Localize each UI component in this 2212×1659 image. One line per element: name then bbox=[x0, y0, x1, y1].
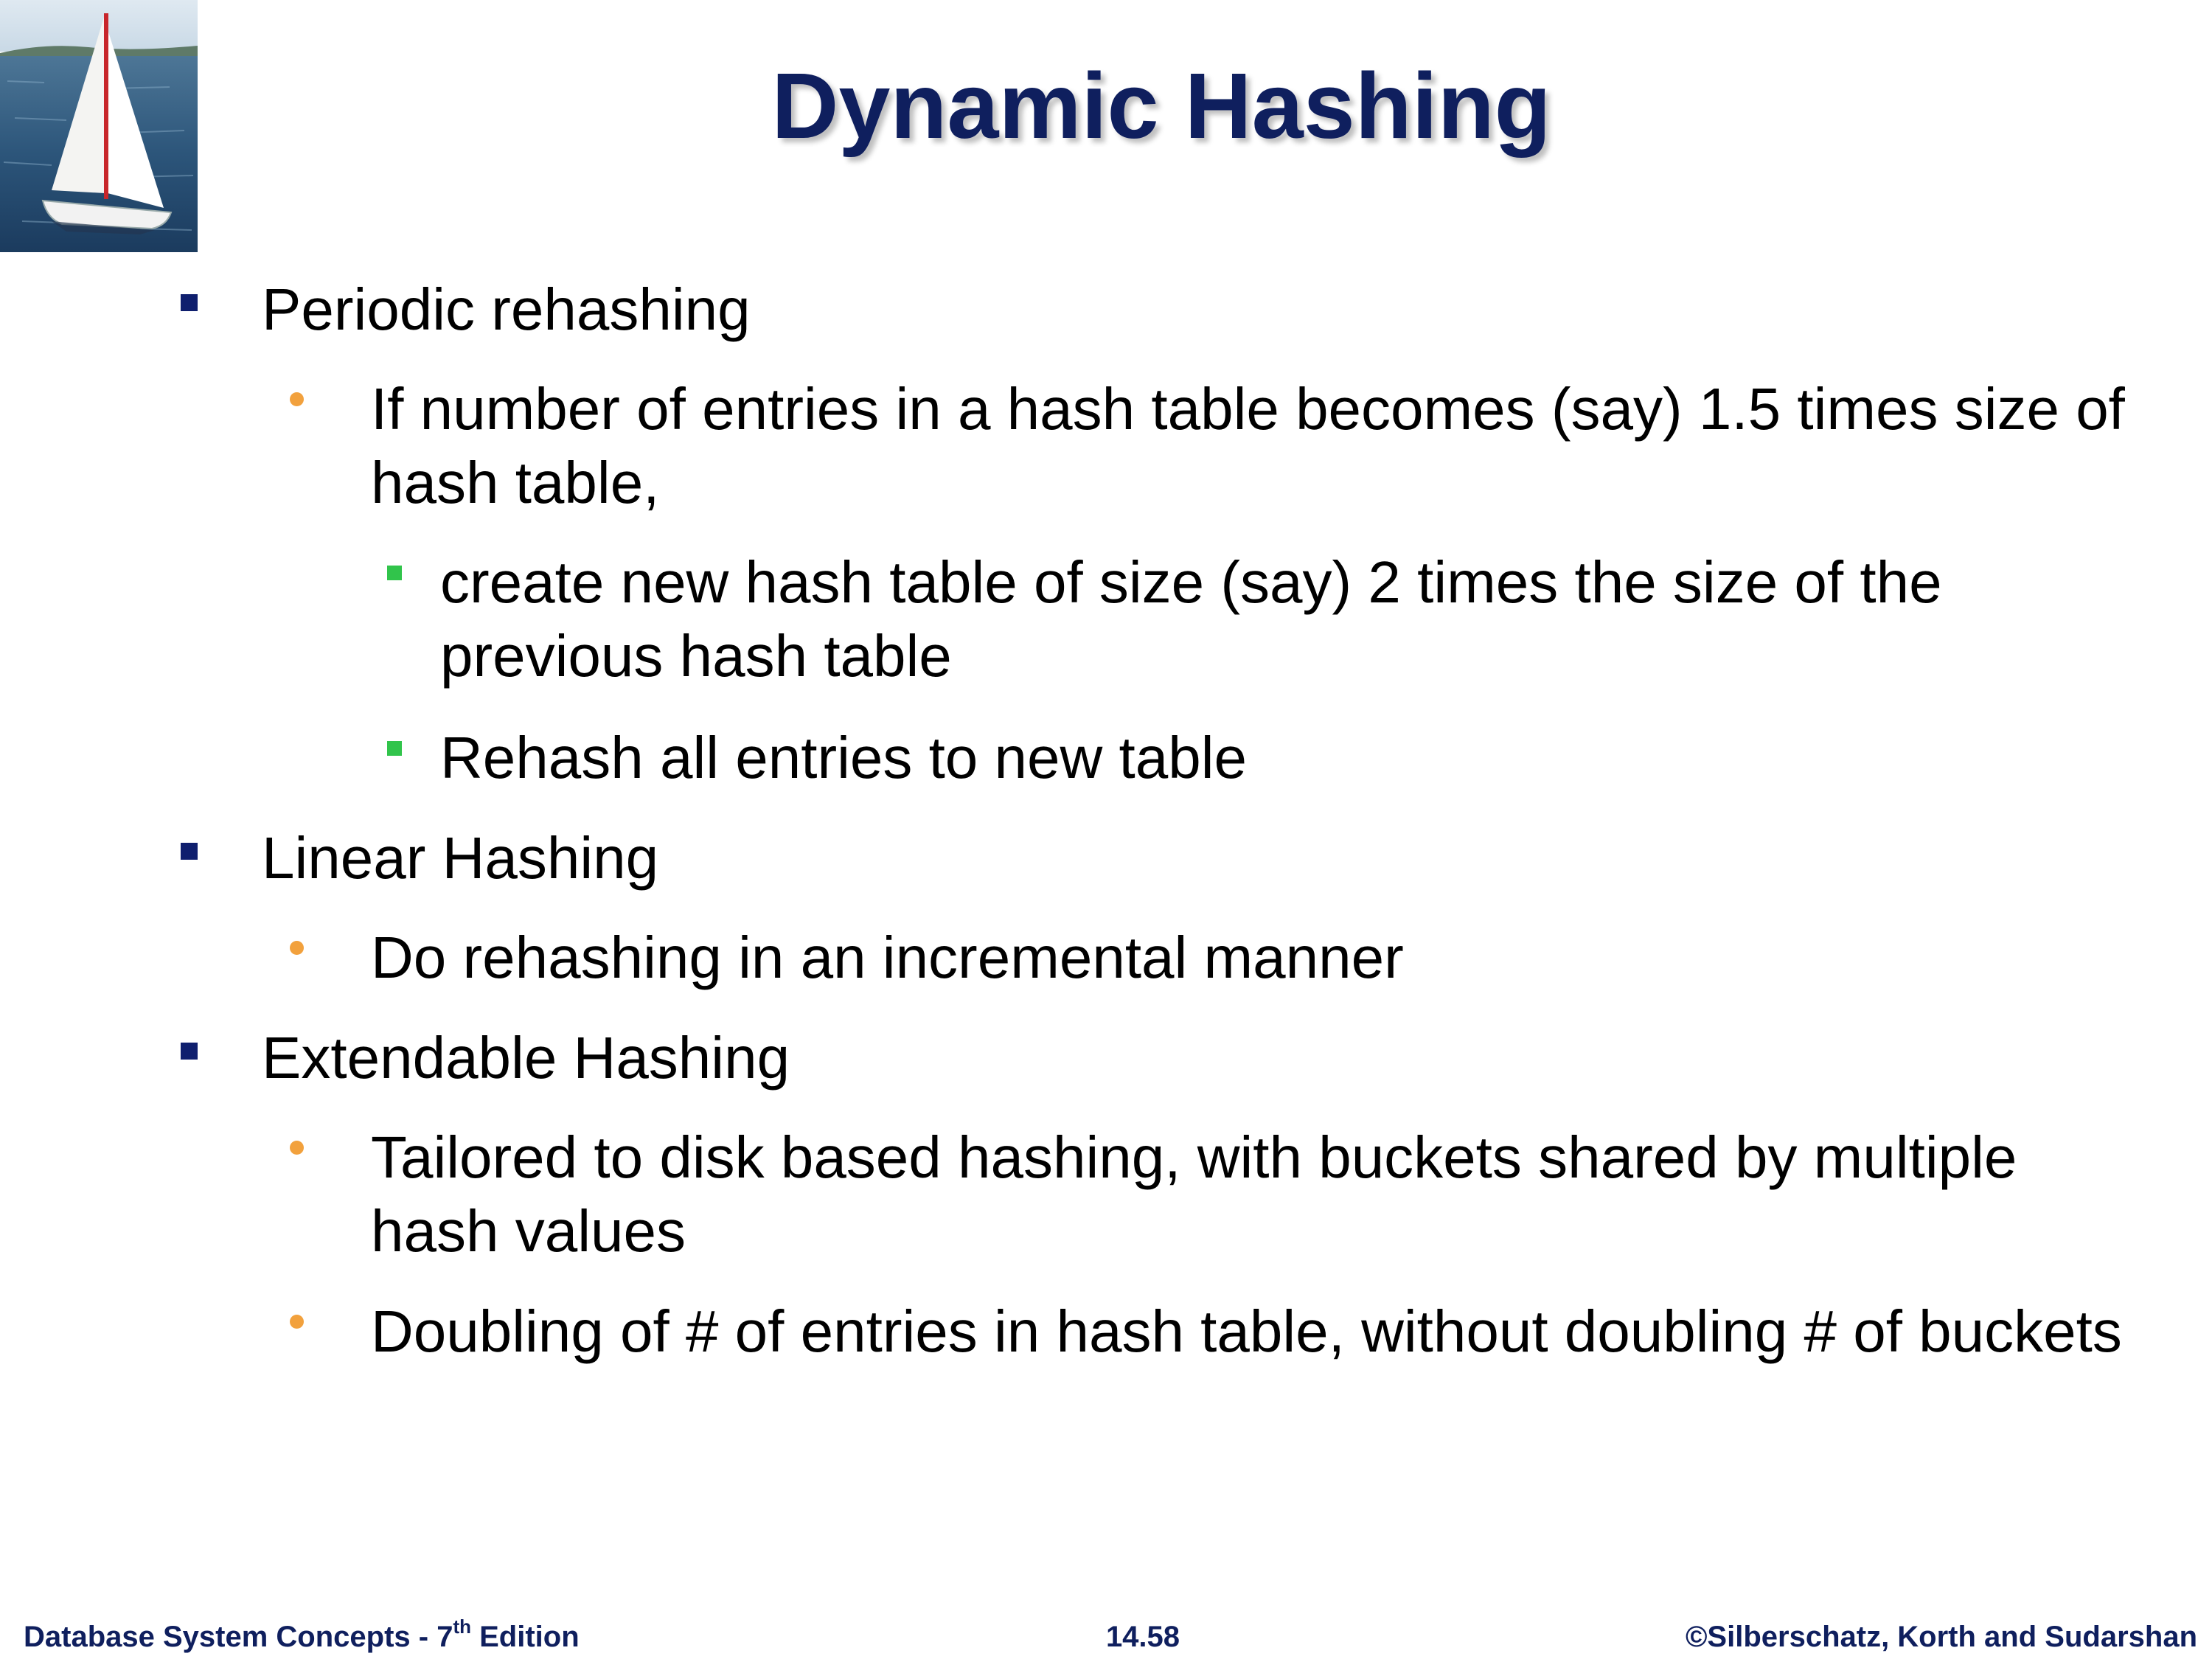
footer-book-title: Database System Concepts - 7th Edition bbox=[24, 1615, 580, 1653]
round-bullet-icon bbox=[290, 392, 304, 406]
bullet-text: Periodic rehashing bbox=[262, 276, 751, 342]
round-bullet-icon bbox=[290, 1315, 304, 1329]
bullet-text: Tailored to disk based hashing, with buc… bbox=[371, 1124, 2017, 1264]
round-bullet-icon bbox=[290, 1141, 304, 1155]
square-bullet-icon bbox=[181, 1043, 198, 1060]
footer-copyright: ©Silberschatz, Korth and Sudarshan bbox=[1685, 1621, 2197, 1653]
list-item: Periodic rehashing bbox=[181, 273, 2031, 347]
list-item: Do rehashing in an incremental manner bbox=[290, 921, 2126, 995]
slide-title: Dynamic Hashing bbox=[771, 54, 1551, 158]
bullet-text: Linear Hashing bbox=[262, 825, 659, 891]
square-bullet-icon bbox=[387, 741, 402, 756]
square-bullet-icon bbox=[181, 294, 198, 311]
square-bullet-icon bbox=[387, 566, 402, 580]
list-item: Doubling of # of entries in hash table, … bbox=[290, 1295, 2126, 1368]
list-item: Rehash all entries to new table bbox=[387, 721, 2136, 795]
list-item: Extendable Hashing bbox=[181, 1021, 2031, 1095]
bullet-text: Doubling of # of entries in hash table, … bbox=[371, 1298, 2122, 1364]
bullet-text: create new hash table of size (say) 2 ti… bbox=[440, 549, 1942, 689]
bullet-text: If number of entries in a hash table bec… bbox=[371, 376, 2125, 515]
square-bullet-icon bbox=[181, 843, 198, 860]
round-bullet-icon bbox=[290, 941, 304, 955]
list-item: create new hash table of size (say) 2 ti… bbox=[387, 546, 2136, 693]
page-number: 14.58 bbox=[1105, 1621, 1180, 1653]
bullet-text: Do rehashing in an incremental manner bbox=[371, 925, 1404, 990]
list-item: Tailored to disk based hashing, with buc… bbox=[290, 1121, 2126, 1268]
sailboat-photo bbox=[0, 0, 198, 252]
list-item: If number of entries in a hash table bec… bbox=[290, 372, 2126, 520]
list-item: Linear Hashing bbox=[181, 821, 2031, 895]
bullet-text: Extendable Hashing bbox=[262, 1025, 790, 1091]
bullet-text: Rehash all entries to new table bbox=[440, 725, 1247, 790]
